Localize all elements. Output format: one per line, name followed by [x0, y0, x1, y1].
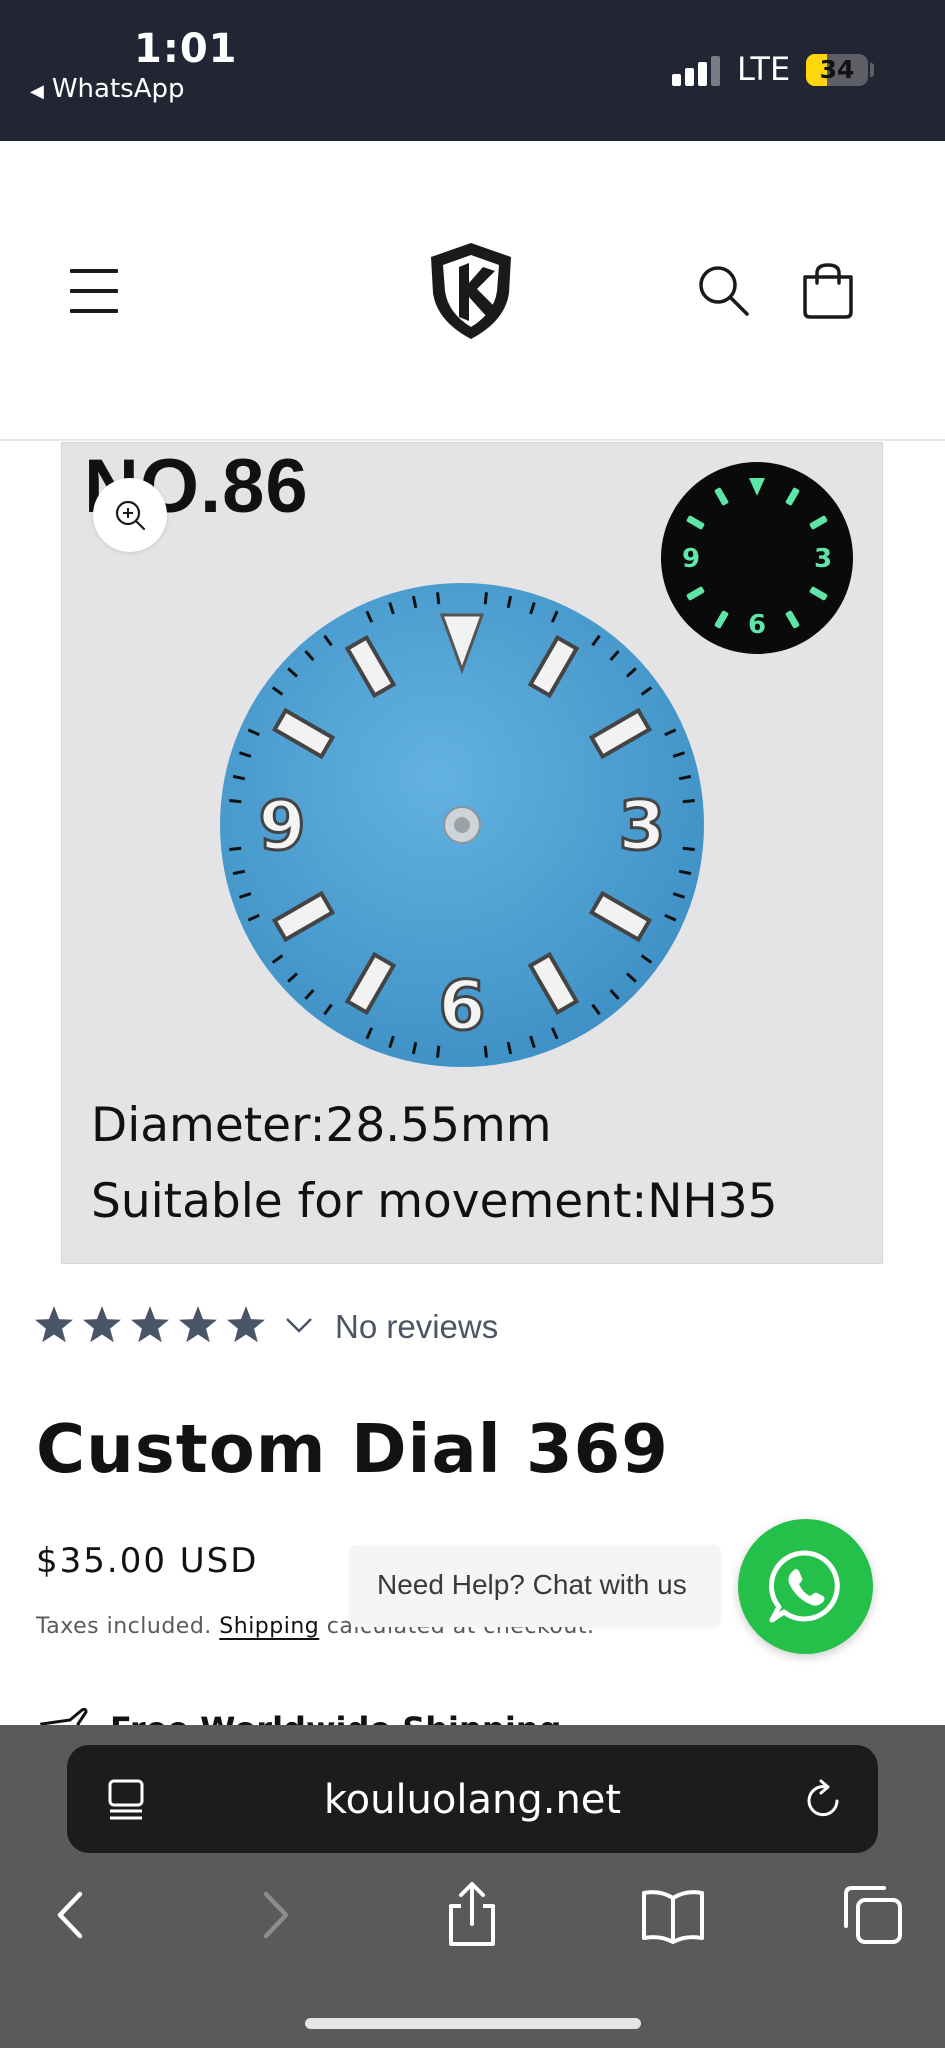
chat-help-text: Need Help? Chat with us: [377, 1569, 687, 1600]
back-app-label: WhatsApp: [51, 74, 185, 104]
status-bar: 1:01 ◀ WhatsApp LTE 34: [0, 0, 945, 141]
product-price: $35.00 USD: [36, 1541, 259, 1581]
movement-caption: Suitable for movement:NH35: [91, 1174, 778, 1229]
product-image[interactable]: 369 369 NO.86 Diameter:28.55mm Suitable …: [61, 442, 883, 1264]
dial-numeral: 6: [438, 967, 485, 1046]
network-type: LTE: [737, 50, 791, 88]
reload-icon[interactable]: [804, 1777, 844, 1821]
zoom-in-icon[interactable]: [93, 478, 167, 552]
back-to-app-link[interactable]: ◀ WhatsApp: [30, 74, 185, 104]
tax-prefix: Taxes included.: [36, 1614, 212, 1639]
back-triangle-icon: ◀: [30, 81, 44, 102]
star-icon: [179, 1306, 217, 1343]
reviews-label[interactable]: No reviews: [335, 1308, 498, 1346]
bookmarks-book-icon[interactable]: [638, 1880, 708, 1950]
forward-arrow-icon[interactable]: [240, 1880, 310, 1950]
star-icon: [227, 1306, 265, 1343]
browser-toolbar: kouluolang.net: [0, 1725, 945, 2048]
signal-strength-icon: [672, 56, 720, 86]
lume-numeral: 3: [814, 544, 832, 574]
dial-numeral: 3: [618, 787, 665, 866]
shield-k-logo[interactable]: [425, 241, 517, 341]
lume-numeral: 9: [682, 544, 700, 574]
whatsapp-icon: [768, 1550, 840, 1623]
battery-level: 34: [819, 55, 855, 84]
tabs-icon[interactable]: [838, 1880, 908, 1950]
status-time: 1:01: [134, 26, 238, 72]
product-title: Custom Dial 369: [36, 1410, 669, 1488]
star-icon: [131, 1306, 169, 1343]
battery-icon: 34: [806, 54, 868, 86]
star-icon: [35, 1306, 73, 1343]
battery-cap: [870, 63, 874, 77]
shipping-link[interactable]: Shipping: [219, 1614, 319, 1639]
back-arrow-icon[interactable]: [36, 1880, 106, 1950]
chevron-down-icon[interactable]: [284, 1310, 314, 1340]
search-icon[interactable]: [696, 263, 750, 317]
dial-numeral: 9: [258, 787, 305, 866]
cart-bag-icon[interactable]: [800, 263, 856, 319]
lume-numeral: 6: [748, 610, 766, 640]
star-icon: [83, 1306, 121, 1343]
share-icon[interactable]: [437, 1880, 507, 1950]
home-indicator[interactable]: [305, 2018, 641, 2029]
whatsapp-chat-button[interactable]: [738, 1519, 873, 1654]
hamburger-menu-icon[interactable]: [70, 269, 120, 313]
diameter-caption: Diameter:28.55mm: [91, 1098, 552, 1153]
address-bar[interactable]: kouluolang.net: [67, 1745, 878, 1853]
url-text[interactable]: kouluolang.net: [67, 1777, 878, 1823]
rating-stars: [35, 1306, 265, 1343]
browser-nav-row: [0, 1880, 945, 1960]
chat-help-bubble[interactable]: Need Help? Chat with us: [349, 1545, 721, 1627]
site-header: [0, 141, 945, 441]
